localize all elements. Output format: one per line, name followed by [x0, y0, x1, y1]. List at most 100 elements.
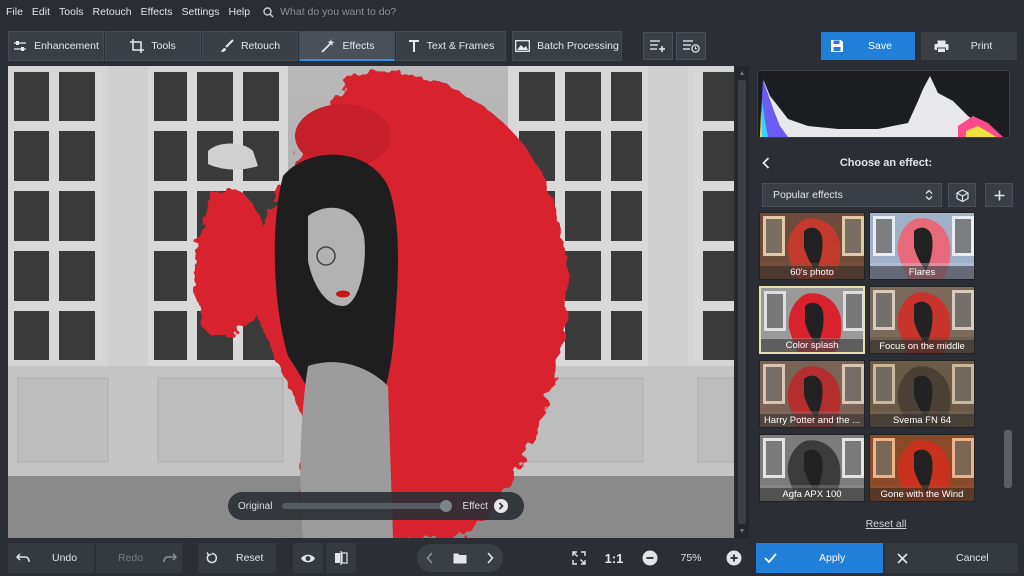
edited-photo	[8, 66, 734, 538]
print-button[interactable]: Print	[921, 32, 1017, 60]
fit-to-screen-button[interactable]	[565, 543, 593, 573]
tab-tools[interactable]: Tools	[105, 31, 201, 61]
cancel-button[interactable]: Cancel	[885, 543, 1018, 573]
photo-editor-window: File Edit Tools Retouch Effects Settings…	[0, 0, 1024, 576]
tab-effects[interactable]: Effects	[299, 31, 395, 61]
folder-icon[interactable]	[453, 552, 467, 564]
preset-history-button[interactable]	[676, 32, 706, 60]
effect-thumbnail-label: Gone with the Wind	[870, 488, 974, 501]
scroll-down-arrow[interactable]: ▼	[735, 525, 749, 537]
apply-button[interactable]: Apply	[756, 543, 883, 573]
photo-canvas[interactable]: Original Effect	[8, 66, 734, 538]
effect-thumbnail-label: Agfa APX 100	[760, 488, 864, 501]
tab-enhancement-label: Enhancement	[34, 40, 99, 52]
previous-image-button[interactable]	[426, 552, 434, 564]
slider-fill	[282, 503, 446, 509]
back-button[interactable]	[757, 157, 775, 169]
menu-settings[interactable]: Settings	[182, 6, 220, 18]
text-icon	[408, 40, 419, 52]
tab-enhancement[interactable]: Enhancement	[8, 31, 104, 61]
checkmark-icon	[764, 553, 777, 563]
expand-icon	[572, 551, 586, 565]
tab-batch-processing-label: Batch Processing	[537, 40, 619, 52]
effect-thumbnail[interactable]: Focus on the middle	[869, 286, 975, 354]
tab-effects-label: Effects	[342, 39, 375, 52]
brush-icon	[220, 39, 234, 52]
plus-circle-icon	[726, 550, 742, 566]
zoom-level[interactable]: 75%	[667, 543, 715, 573]
effects-scrollbar[interactable]	[1002, 212, 1014, 504]
effects-scroll-thumb[interactable]	[1004, 430, 1012, 488]
cancel-label: Cancel	[956, 552, 989, 564]
printer-icon	[934, 40, 949, 53]
apply-strength-button[interactable]	[493, 499, 508, 513]
tab-retouch[interactable]: Retouch	[202, 31, 298, 61]
actual-size-button[interactable]: 1:1	[599, 543, 629, 573]
floppy-disk-icon	[831, 40, 844, 52]
reset-icon	[206, 552, 218, 564]
reset-label: Reset	[236, 552, 264, 564]
command-search[interactable]: What do you want to do?	[263, 6, 396, 18]
histogram	[757, 70, 1010, 138]
scroll-thumb[interactable]	[738, 80, 746, 524]
histogram-graph	[760, 76, 1003, 137]
add-effect-button[interactable]	[985, 183, 1013, 207]
slider-handle[interactable]	[439, 500, 452, 512]
zoom-in-button[interactable]	[722, 543, 746, 573]
tab-retouch-label: Retouch	[240, 40, 281, 52]
effects-grid: 60's photo Flares Color splash Focus on the…	[757, 212, 997, 504]
compare-icon	[335, 551, 348, 565]
preview-toggle-button[interactable]	[293, 543, 323, 573]
effect-thumbnail-label: Focus on the middle	[870, 340, 974, 353]
scroll-up-arrow[interactable]: ▲	[735, 67, 749, 79]
effect-thumbnail[interactable]: Color splash	[759, 286, 865, 354]
effect-thumbnail[interactable]: Flares	[869, 212, 975, 280]
bottom-bar: Undo Redo Reset 1:1 75% Apply Cancel	[0, 540, 1024, 576]
eye-icon	[301, 554, 315, 562]
effect-thumbnail[interactable]: Svema FN 64	[869, 360, 975, 428]
tab-text-frames[interactable]: Text & Frames	[396, 31, 506, 61]
effect-thumbnail[interactable]: Agfa APX 100	[759, 434, 865, 502]
apply-label: Apply	[819, 552, 846, 564]
compare-button[interactable]	[326, 543, 356, 573]
redo-label: Redo	[118, 552, 144, 564]
undo-icon	[16, 553, 30, 563]
close-icon	[897, 552, 908, 564]
reset-all-link[interactable]: Reset all	[757, 518, 1015, 530]
next-image-button[interactable]	[486, 552, 494, 564]
preset-add-icon	[650, 40, 665, 52]
tab-text-frames-label: Text & Frames	[426, 40, 495, 52]
chevron-left-icon	[762, 157, 770, 169]
effect-thumbnail[interactable]: 60's photo	[759, 212, 865, 280]
save-button[interactable]: Save	[821, 32, 915, 60]
effect-thumbnail[interactable]: Gone with the Wind	[869, 434, 975, 502]
menu-tools[interactable]: Tools	[59, 6, 84, 18]
menu-edit[interactable]: Edit	[32, 6, 50, 18]
cube-icon	[955, 188, 969, 202]
effect-thumbnail-label: Flares	[870, 266, 974, 279]
redo-button[interactable]: Redo	[96, 543, 182, 573]
image-stack-icon	[515, 40, 531, 52]
undo-button[interactable]: Undo	[8, 543, 94, 573]
tab-tools-label: Tools	[151, 40, 176, 52]
effect-strength-slider[interactable]: Original Effect	[228, 492, 524, 520]
menu-help[interactable]: Help	[229, 6, 251, 18]
slider-track[interactable]	[282, 500, 453, 512]
effect-3d-button[interactable]	[948, 183, 976, 207]
tab-batch-processing[interactable]: Batch Processing	[512, 31, 622, 61]
menu-effects[interactable]: Effects	[141, 6, 173, 18]
effect-category-select[interactable]: Popular effects	[762, 183, 942, 207]
minus-circle-icon	[642, 550, 658, 566]
effect-category-value: Popular effects	[773, 189, 843, 201]
zoom-out-button[interactable]	[638, 543, 662, 573]
canvas-vertical-scrollbar[interactable]: ▲ ▼	[735, 66, 749, 538]
add-preset-button[interactable]	[643, 32, 673, 60]
preset-history-icon	[683, 40, 700, 53]
effect-thumbnail-label: Harry Potter and the ...	[760, 414, 864, 427]
menu-retouch[interactable]: Retouch	[93, 6, 132, 18]
reset-button[interactable]: Reset	[198, 543, 276, 573]
menu-file[interactable]: File	[6, 6, 23, 18]
effect-thumbnail[interactable]: Harry Potter and the ...	[759, 360, 865, 428]
sliders-icon	[14, 41, 27, 51]
menu-bar: File Edit Tools Retouch Effects Settings…	[0, 0, 1024, 24]
